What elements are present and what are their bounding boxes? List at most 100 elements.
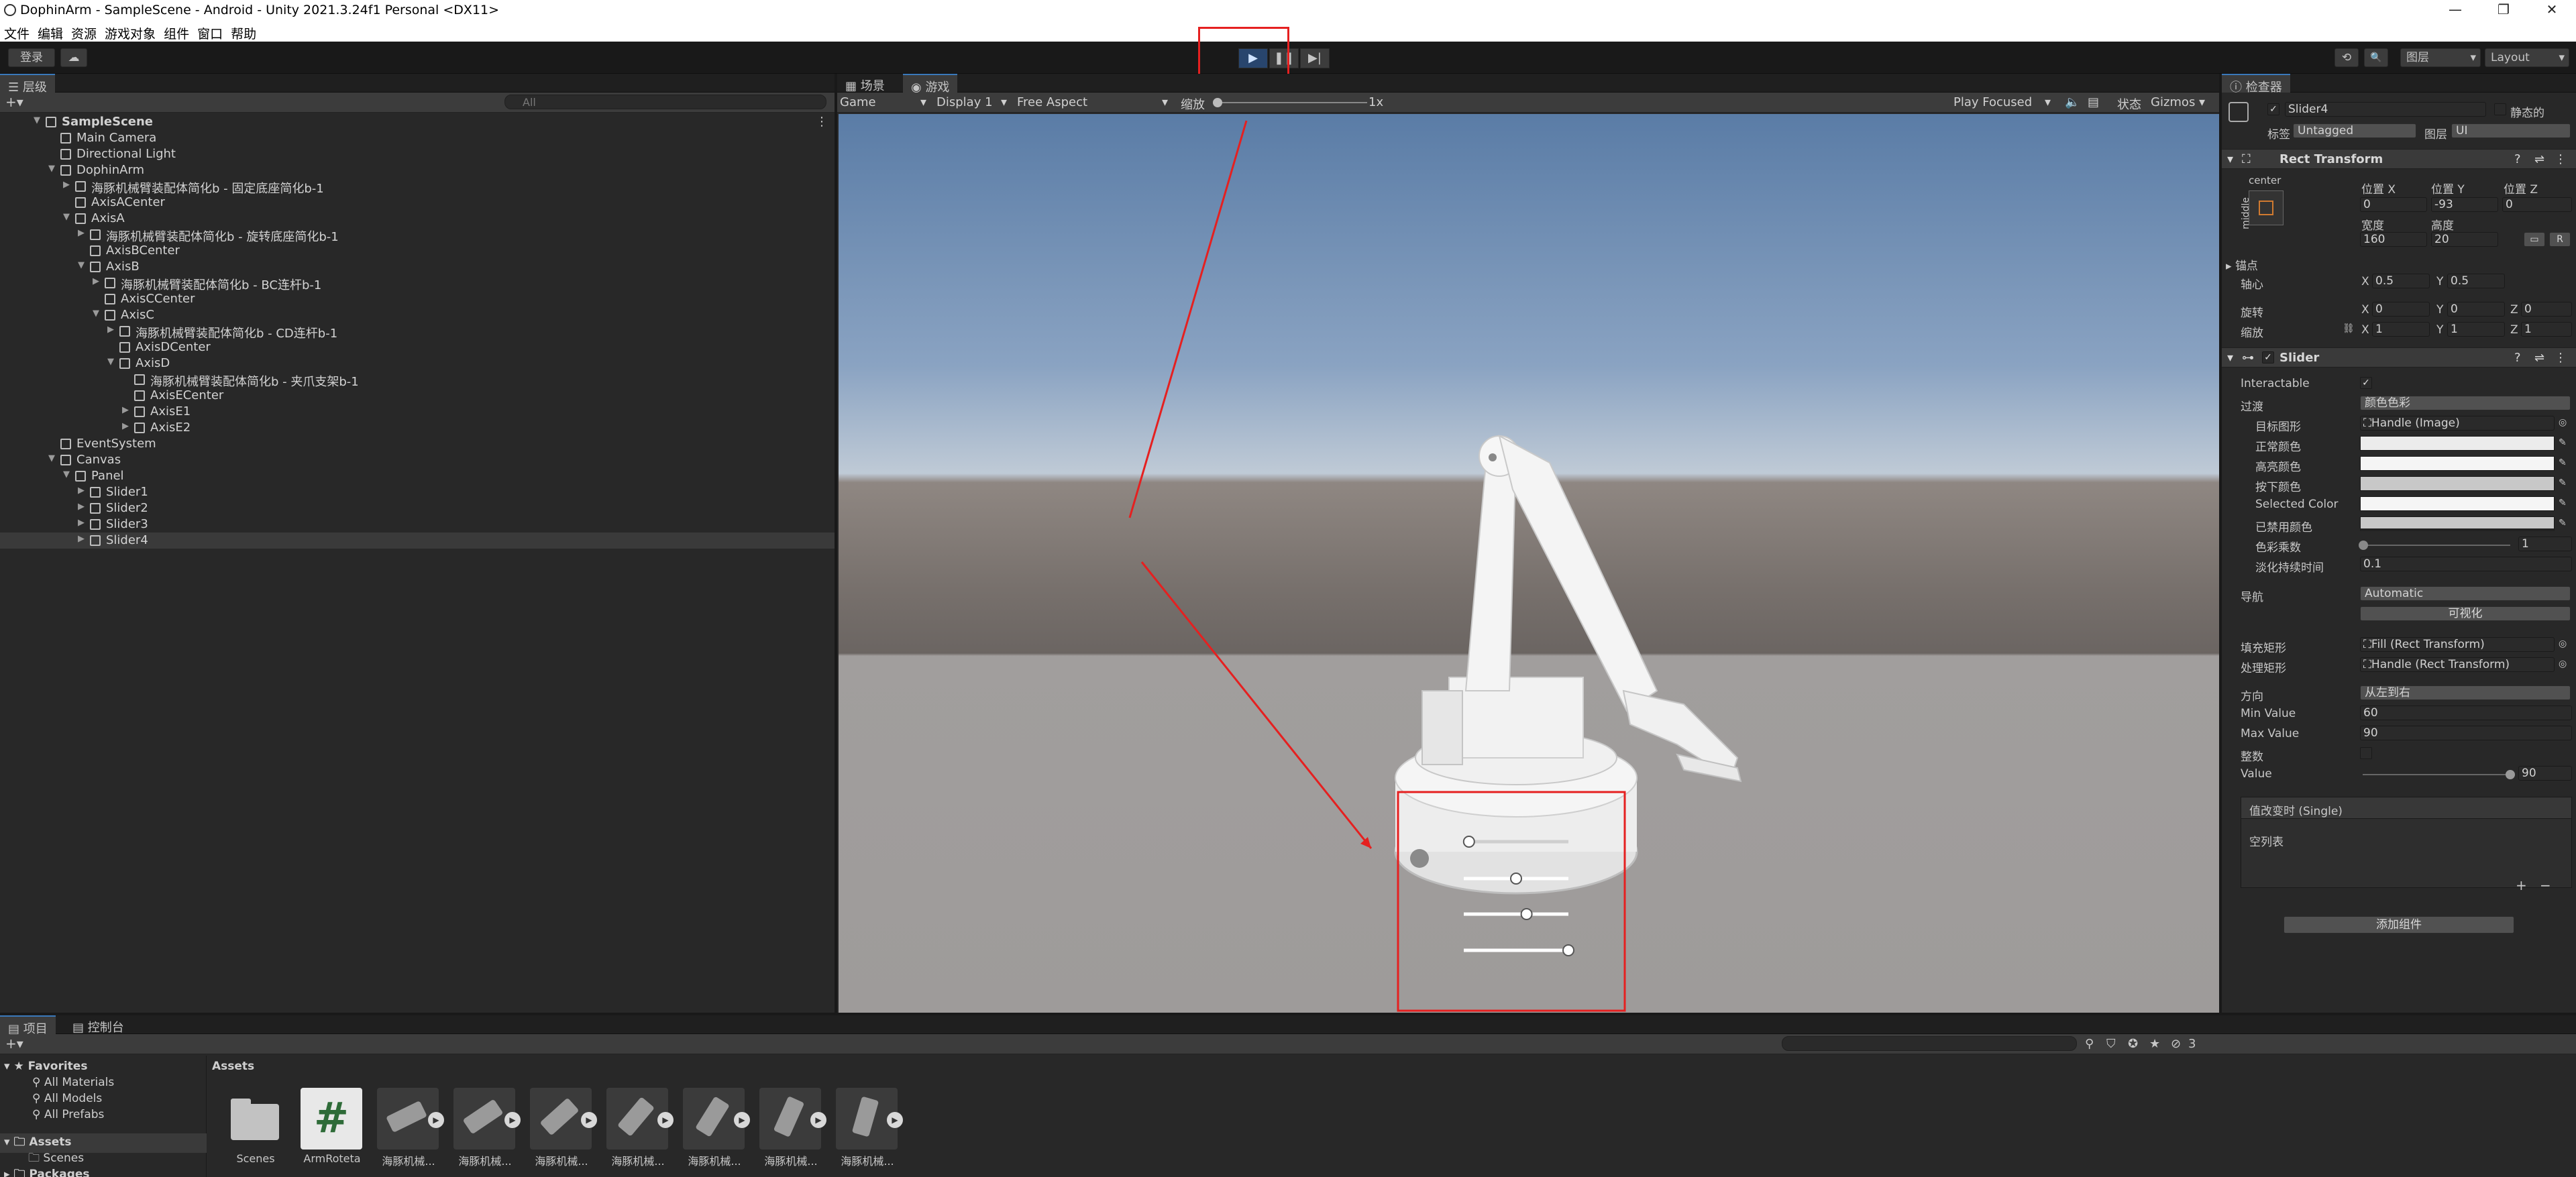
search-icon[interactable]: 🔍 <box>2364 48 2388 67</box>
hierarchy-item[interactable]: ▶ 海豚机械臂装配体简化b - 固定底座简化b-1 <box>0 178 835 196</box>
expand-right-icon[interactable]: ▶ <box>93 276 102 286</box>
game-slider-handle[interactable] <box>1462 836 1475 848</box>
tab-scene[interactable]: ▦ 场景 <box>837 74 893 93</box>
event-remove-button[interactable]: − <box>2540 877 2551 893</box>
game-slider-handle[interactable] <box>1510 873 1522 885</box>
normal-color-swatch[interactable] <box>2360 436 2555 451</box>
expand-right-icon[interactable]: ▶ <box>78 228 87 238</box>
login-button[interactable]: 登录 <box>8 48 55 67</box>
object-picker-icon[interactable]: ◎ <box>2559 638 2567 649</box>
hierarchy-item[interactable]: ▼ Panel <box>0 468 835 484</box>
hierarchy-item[interactable]: ▼ AxisD <box>0 355 835 372</box>
raw-edit-button[interactable]: R <box>2549 232 2571 247</box>
expand-down-icon[interactable]: ▼ <box>34 115 43 125</box>
asset-model[interactable]: ▶ 海豚机械... <box>601 1088 675 1168</box>
scale-y-field[interactable]: 1 <box>2447 322 2505 337</box>
tab-project[interactable]: ▤ 项目 <box>0 1015 56 1036</box>
rot-x-field[interactable]: 0 <box>2372 302 2430 317</box>
height-field[interactable]: 20 <box>2431 232 2498 247</box>
game-viewport[interactable] <box>839 114 2219 1013</box>
width-field[interactable]: 160 <box>2360 232 2427 247</box>
hierarchy-item[interactable]: ▶ AxisE2 <box>0 420 835 436</box>
object-picker-icon[interactable]: ◎ <box>2559 659 2567 669</box>
tab-console[interactable]: ▤ 控制台 <box>64 1015 132 1035</box>
scale-slider-handle[interactable] <box>1213 98 1222 107</box>
color-multiplier-field[interactable]: 1 <box>2518 537 2572 551</box>
expand-right-icon[interactable]: ▶ <box>63 180 72 190</box>
filter-type-icon[interactable]: ⚲ <box>2085 1037 2094 1051</box>
expand-asset-icon[interactable]: ▶ <box>887 1112 903 1128</box>
collapse-icon[interactable]: ▾ <box>2227 152 2233 166</box>
hierarchy-item[interactable]: AxisCCenter <box>0 291 835 307</box>
hierarchy-item[interactable]: ▶ Slider3 <box>0 516 835 533</box>
asset-model[interactable]: ▶ 海豚机械... <box>830 1088 904 1168</box>
stats-button[interactable]: 状态 <box>2117 95 2141 113</box>
add-icon[interactable]: +▾ <box>5 94 23 110</box>
selected-color-swatch[interactable] <box>2360 496 2555 511</box>
layers-dropdown[interactable]: 图层 ▾ <box>2400 48 2481 67</box>
favorite-icon[interactable]: ★ <box>2149 1037 2160 1051</box>
hidden-packages-icon[interactable]: ⊘ <box>2171 1037 2181 1051</box>
min-value-field[interactable]: 60 <box>2360 706 2572 720</box>
expand-down-icon[interactable]: ▼ <box>48 164 58 174</box>
menu-gameobject[interactable]: 游戏对象 <box>101 21 160 42</box>
settings-icon[interactable]: ⇌ <box>2534 351 2544 365</box>
favorite-all-models[interactable]: ⚲ All Models <box>32 1092 102 1105</box>
asset-folder[interactable]: Scenes <box>219 1088 292 1168</box>
eyedropper-icon[interactable]: ✎ <box>2559 498 2567 508</box>
hierarchy-item[interactable]: ▶ AxisE1 <box>0 404 835 420</box>
pressed-color-swatch[interactable] <box>2360 476 2555 491</box>
step-button[interactable]: ▶| <box>1300 48 1330 68</box>
slider-enabled-checkbox[interactable]: ✓ <box>2262 351 2274 363</box>
expand-down-icon[interactable]: ▼ <box>48 453 58 463</box>
blueprint-mode-icon[interactable]: ▭ <box>2524 232 2545 247</box>
expand-asset-icon[interactable]: ▶ <box>657 1112 674 1128</box>
scale-x-field[interactable]: 1 <box>2372 322 2430 337</box>
expand-asset-icon[interactable]: ▶ <box>504 1112 521 1128</box>
slider-component-header[interactable]: ▾ ⊶ ✓ Slider ? ⇌ ⋮ <box>2222 347 2576 368</box>
packages-folder-item[interactable]: ▸ 🗀 Packages <box>4 1166 90 1177</box>
create-icon[interactable]: +▾ <box>5 1035 23 1052</box>
expand-right-icon[interactable]: ▶ <box>78 502 87 512</box>
highlight-color-swatch[interactable] <box>2360 456 2555 471</box>
fill-rect-field[interactable]: ⛶Fill (Rect Transform) <box>2360 637 2555 652</box>
game-slider-handle[interactable] <box>1562 944 1574 956</box>
cloud-icon[interactable]: ☁ <box>60 48 87 67</box>
hierarchy-item[interactable]: ▼ AxisA <box>0 211 835 227</box>
value-slider-track[interactable] <box>2363 774 2510 775</box>
play-focused-dropdown[interactable]: Play Focused <box>1953 95 2032 109</box>
asset-model[interactable]: ▶ 海豚机械... <box>525 1088 598 1168</box>
expand-right-icon[interactable]: ▶ <box>107 325 117 335</box>
target-graphic-field[interactable]: ⛶Handle (Image) <box>2360 416 2555 431</box>
color-multiplier-handle[interactable] <box>2359 541 2368 550</box>
menu-file[interactable]: 文件 <box>0 21 34 42</box>
minimize-button[interactable]: — <box>2446 1 2465 19</box>
object-name-field[interactable]: Slider4 <box>2285 102 2486 117</box>
anchor-preset-button[interactable] <box>2249 190 2284 225</box>
anchors-foldout[interactable]: ▸ 锚点 <box>2226 256 2258 273</box>
event-add-button[interactable]: + <box>2516 877 2527 893</box>
color-multiplier-track[interactable] <box>2363 545 2510 546</box>
disabled-color-swatch[interactable] <box>2360 516 2555 531</box>
aspect-dropdown[interactable]: Free Aspect <box>1017 95 1087 109</box>
rot-y-field[interactable]: 0 <box>2447 302 2505 317</box>
hierarchy-item[interactable]: ▼ Canvas <box>0 452 835 468</box>
pos-y-field[interactable]: -93 <box>2431 197 2498 212</box>
expand-right-icon[interactable]: ▶ <box>78 534 87 544</box>
expand-down-icon[interactable]: ▼ <box>107 357 117 367</box>
transition-dropdown[interactable]: 颜色色彩 <box>2360 396 2571 410</box>
filter-label-icon[interactable]: ⛉ <box>2106 1037 2116 1051</box>
more-icon[interactable]: ⋮ <box>2555 351 2567 365</box>
asset-script[interactable]: # ArmRoteta <box>295 1088 369 1168</box>
whole-numbers-checkbox[interactable] <box>2360 747 2372 759</box>
menu-edit[interactable]: 编辑 <box>34 21 67 42</box>
tab-hierarchy[interactable]: ☰ 层级 <box>0 74 55 95</box>
pos-x-field[interactable]: 0 <box>2360 197 2427 212</box>
hierarchy-item[interactable]: ▶ Slider2 <box>0 500 835 516</box>
close-button[interactable]: ✕ <box>2542 1 2561 19</box>
menu-help[interactable]: 帮助 <box>227 21 260 42</box>
navigation-dropdown[interactable]: Automatic <box>2360 586 2571 601</box>
layer-dropdown[interactable]: UI <box>2451 123 2571 138</box>
favorite-all-materials[interactable]: ⚲ All Materials <box>32 1076 114 1089</box>
hierarchy-item[interactable]: AxisECenter <box>0 388 835 404</box>
